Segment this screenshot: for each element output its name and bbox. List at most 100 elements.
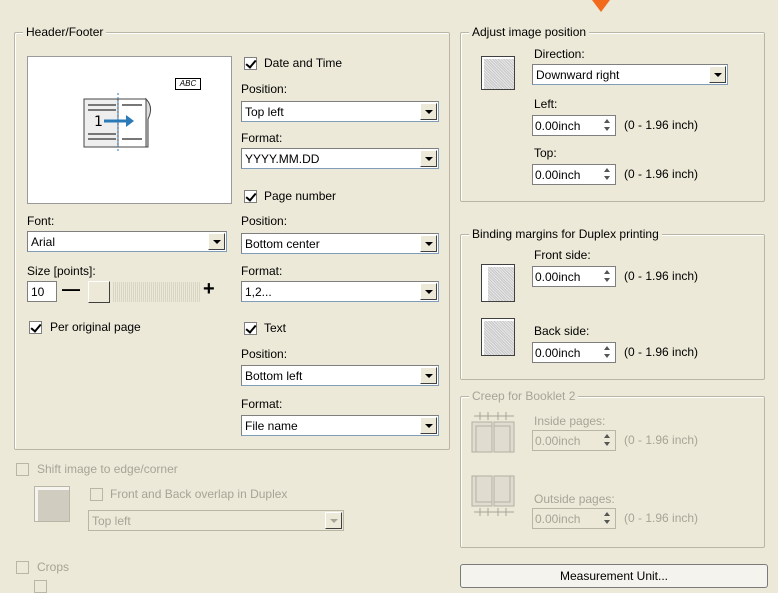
text-position-select[interactable]: Bottom left — [241, 365, 439, 386]
booklet-preview-icon: 1 — [83, 93, 152, 153]
date-time-format-select[interactable]: YYYY.MM.DD — [241, 148, 439, 169]
chevron-down-icon[interactable] — [420, 150, 437, 167]
top-range: (0 - 1.96 inch) — [624, 167, 699, 181]
chevron-down-icon[interactable] — [420, 417, 437, 434]
crops-checkbox[interactable] — [16, 561, 29, 574]
size-minus-button[interactable]: — — [62, 279, 80, 300]
page-number-format-select[interactable]: 1,2... — [241, 281, 439, 302]
size-slider-track[interactable] — [112, 282, 200, 302]
spinner-icon[interactable] — [601, 116, 615, 135]
back-side-label: Back side: — [534, 324, 590, 338]
adjust-position-icon — [481, 56, 515, 90]
page-number-position-label: Position: — [241, 214, 288, 228]
date-time-label: Date and Time — [264, 56, 343, 70]
date-time-checkbox[interactable] — [244, 57, 257, 70]
text-format-label: Format: — [241, 397, 283, 411]
crops-sub-checkbox[interactable] — [34, 580, 47, 593]
chevron-down-icon[interactable] — [420, 283, 437, 300]
size-label: Size [points]: — [27, 264, 96, 278]
page-number-format-label: Format: — [241, 264, 283, 278]
per-original-page-label: Per original page — [50, 320, 141, 334]
date-time-format-value: YYYY.MM.DD — [245, 152, 320, 166]
shift-position-select[interactable]: Top left — [88, 510, 344, 531]
svg-text:1: 1 — [94, 114, 103, 130]
chevron-down-icon[interactable] — [420, 235, 437, 252]
font-label: Font: — [27, 214, 55, 228]
spinner-icon[interactable] — [601, 165, 615, 184]
chevron-down-icon[interactable] — [325, 512, 342, 529]
font-value: Arial — [31, 235, 56, 249]
text-checkbox[interactable] — [244, 322, 257, 335]
measurement-unit-button[interactable]: Measurement Unit... — [460, 564, 768, 588]
font-select[interactable]: Arial — [27, 231, 227, 252]
page-number-label: Page number — [264, 189, 337, 203]
front-side-input[interactable]: 0.00inch — [532, 266, 616, 287]
front-side-icon — [481, 264, 515, 302]
inside-pages-label: Inside pages: — [534, 414, 606, 428]
back-side-input[interactable]: 0.00inch — [532, 342, 616, 363]
chevron-down-icon[interactable] — [208, 233, 225, 250]
direction-label: Direction: — [534, 47, 585, 61]
inside-pages-icon — [471, 412, 515, 453]
spinner-icon[interactable] — [601, 509, 615, 528]
front-side-range: (0 - 1.96 inch) — [624, 269, 699, 283]
top-offset-value: 0.00inch — [535, 168, 581, 182]
back-side-value: 0.00inch — [535, 346, 581, 360]
date-time-position-value: Top left — [245, 105, 284, 119]
text-position-value: Bottom left — [245, 369, 303, 383]
spinner-icon[interactable] — [601, 267, 615, 286]
spinner-icon[interactable] — [601, 431, 615, 450]
date-time-position-select[interactable]: Top left — [241, 101, 439, 122]
binding-margins-title: Binding margins for Duplex printing — [469, 227, 662, 241]
shift-position-icon — [34, 486, 70, 522]
chevron-down-icon[interactable] — [420, 367, 437, 384]
inside-pages-value: 0.00inch — [535, 434, 581, 448]
outside-pages-icon — [471, 475, 515, 516]
shift-image-label: Shift image to edge/corner — [37, 462, 178, 476]
shift-image-checkbox[interactable] — [16, 463, 29, 476]
date-time-format-label: Format: — [241, 131, 283, 145]
direction-select[interactable]: Downward right — [532, 64, 728, 85]
size-input[interactable]: 10 — [27, 281, 57, 302]
left-offset-input[interactable]: 0.00inch — [532, 115, 616, 136]
abc-tag: ABC — [175, 78, 201, 90]
per-original-page-checkbox[interactable] — [29, 321, 42, 334]
outside-pages-range: (0 - 1.96 inch) — [624, 511, 699, 525]
shift-position-value: Top left — [92, 514, 131, 528]
date-time-position-label: Position: — [241, 82, 288, 96]
page-number-format-value: 1,2... — [245, 285, 272, 299]
back-side-icon — [481, 318, 515, 356]
crops-label: Crops — [37, 560, 70, 574]
page-number-position-value: Bottom center — [245, 237, 320, 251]
header-footer-preview: ABC 1 — [27, 56, 232, 204]
text-label: Text — [264, 321, 287, 335]
outside-pages-input[interactable]: 0.00inch — [532, 508, 616, 529]
direction-value: Downward right — [536, 68, 620, 82]
text-position-label: Position: — [241, 347, 288, 361]
back-side-range: (0 - 1.96 inch) — [624, 345, 699, 359]
inside-pages-input[interactable]: 0.00inch — [532, 430, 616, 451]
page-number-checkbox[interactable] — [244, 190, 257, 203]
spinner-icon[interactable] — [601, 343, 615, 362]
overlap-duplex-label: Front and Back overlap in Duplex — [110, 487, 288, 501]
text-format-select[interactable]: File name — [241, 415, 439, 436]
header-footer-title: Header/Footer — [23, 25, 107, 39]
chevron-down-icon[interactable] — [420, 103, 437, 120]
outside-pages-value: 0.00inch — [535, 512, 581, 526]
chevron-down-icon[interactable] — [709, 66, 726, 83]
left-offset-value: 0.00inch — [535, 119, 581, 133]
page-number-position-select[interactable]: Bottom center — [241, 233, 439, 254]
front-side-label: Front side: — [534, 248, 591, 262]
size-plus-button[interactable]: + — [203, 278, 215, 301]
left-label: Left: — [534, 97, 558, 111]
top-offset-input[interactable]: 0.00inch — [532, 164, 616, 185]
creep-booklet-title: Creep for Booklet 2 — [469, 389, 579, 403]
front-side-value: 0.00inch — [535, 270, 581, 284]
left-range: (0 - 1.96 inch) — [624, 118, 699, 132]
size-value: 10 — [31, 285, 45, 299]
size-slider-thumb[interactable] — [88, 281, 110, 303]
adjust-position-title: Adjust image position — [469, 25, 590, 39]
text-format-value: File name — [245, 419, 298, 433]
top-label: Top: — [534, 146, 557, 160]
overlap-duplex-checkbox[interactable] — [90, 488, 103, 501]
